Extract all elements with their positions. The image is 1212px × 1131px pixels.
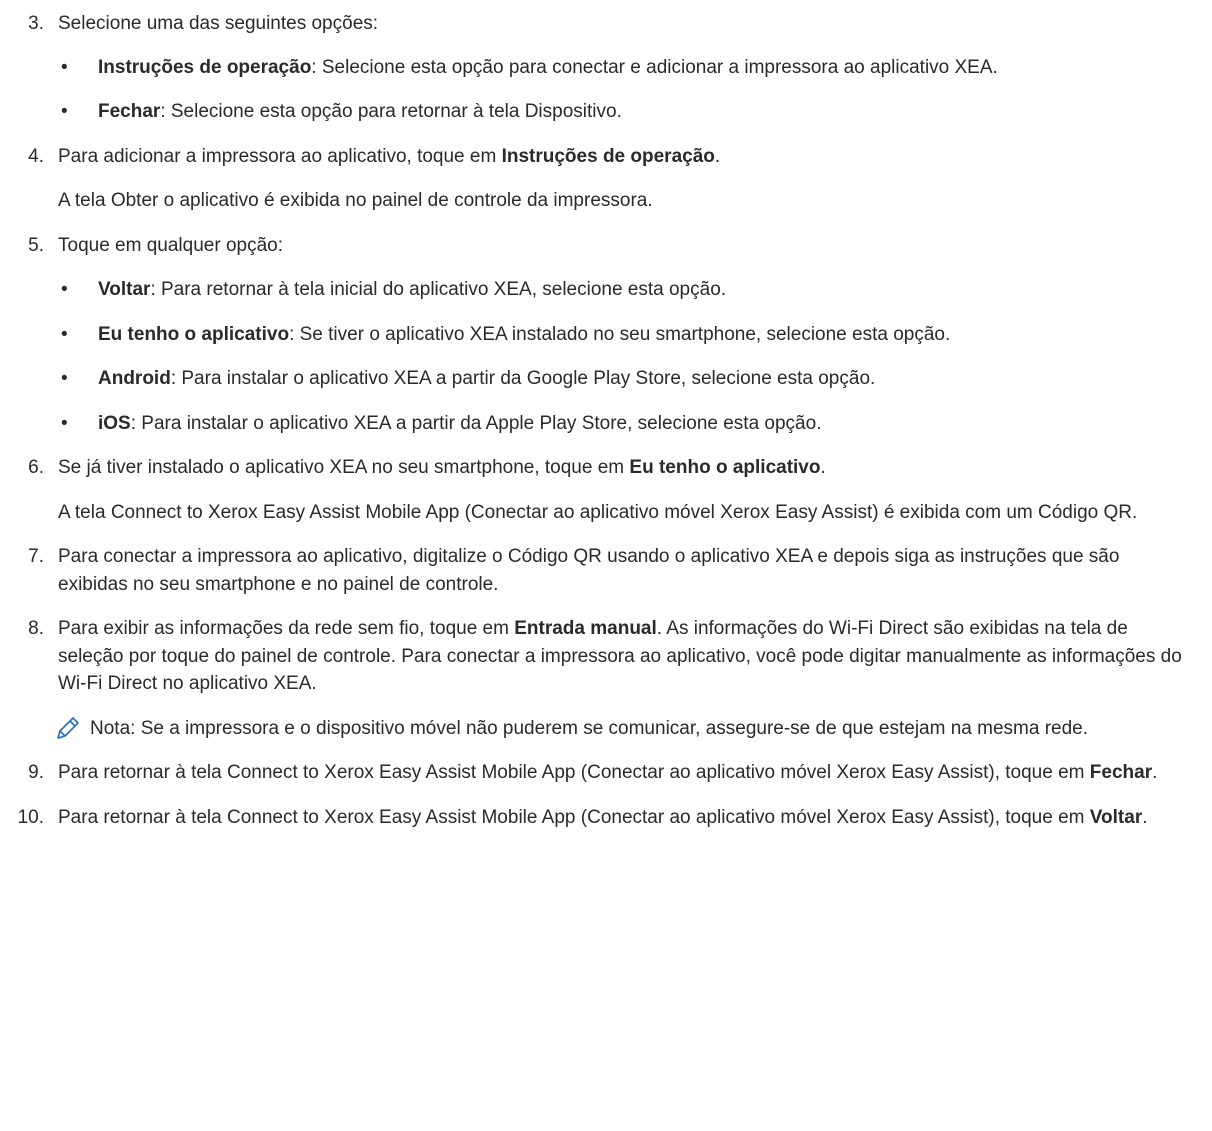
option-name: Instruções de operação — [98, 56, 312, 78]
list-item: • Instruções de operação: Selecione esta… — [0, 54, 1212, 82]
step-text: Para conectar a impressora ao aplicativo… — [58, 546, 1120, 595]
step-7: 7. Para conectar a impressora ao aplicat… — [0, 543, 1212, 598]
step-9: 9. Para retornar à tela Connect to Xerox… — [0, 759, 1212, 787]
step-emphasis: Eu tenho o aplicativo — [629, 457, 821, 478]
step-10: 10. Para retornar à tela Connect to Xero… — [0, 804, 1212, 832]
option-name: Voltar — [98, 279, 151, 300]
bullet-icon: • — [61, 412, 68, 434]
step-3: 3. Selecione uma das seguintes opções: — [0, 10, 1212, 38]
step-text-end: . — [820, 457, 826, 478]
bullet-icon: • — [61, 56, 68, 78]
step-emphasis: Voltar — [1089, 806, 1143, 828]
pencil-icon — [55, 715, 81, 741]
step-text-end: . — [1142, 806, 1148, 828]
option-name: Fechar — [98, 101, 161, 122]
note-text: Nota: Se a impressora e o dispositivo mó… — [90, 717, 1089, 739]
bullet-icon: • — [61, 323, 68, 345]
option-name: Eu tenho o aplicativo — [98, 323, 290, 345]
step-4: 4. Para adicionar a impressora ao aplica… — [0, 143, 1212, 171]
option-name: iOS — [98, 412, 131, 434]
list-item: • iOS: Para instalar o aplicativo XEA a … — [0, 410, 1212, 438]
document-page: 3. Selecione uma das seguintes opções: •… — [0, 0, 1212, 1131]
step-emphasis: Instruções de operação — [501, 145, 715, 167]
option-description: : Se tiver o aplicativo XEA instalado no… — [289, 323, 951, 345]
step-emphasis: Entrada manual — [514, 618, 657, 639]
note-box: Nota: Se a impressora e o dispositivo mó… — [0, 715, 1212, 743]
step-text: Toque em qualquer opção: — [58, 234, 283, 256]
bullet-icon: • — [61, 279, 68, 300]
step-4-result: A tela Obter o aplicativo é exibida no p… — [58, 190, 653, 211]
step-number: 8. — [28, 618, 44, 639]
step-text-end: . — [1152, 762, 1158, 783]
bullet-icon: • — [61, 368, 68, 389]
option-description: : Selecione esta opção para conectar e a… — [311, 56, 998, 78]
step-text: Para adicionar a impressora ao aplicativ… — [58, 145, 502, 167]
option-description: : Para instalar o aplicativo XEA a parti… — [170, 368, 876, 389]
list-item: • Eu tenho o aplicativo: Se tiver o apli… — [0, 321, 1212, 349]
option-description: : Selecione esta opção para retornar à t… — [160, 101, 622, 122]
step-text: Se já tiver instalado o aplicativo XEA n… — [58, 457, 630, 478]
step-text: Para exibir as informações da rede sem f… — [58, 618, 515, 639]
step-text: Selecione uma das seguintes opções: — [58, 13, 379, 34]
step-number: 7. — [28, 546, 44, 567]
step-emphasis: Fechar — [1089, 762, 1153, 783]
step-text: Para retornar à tela Connect to Xerox Ea… — [58, 762, 1090, 783]
step-5: 5. Toque em qualquer opção: — [0, 232, 1212, 260]
step-number: 6. — [28, 457, 44, 478]
list-item: • Voltar: Para retornar à tela inicial d… — [0, 276, 1212, 304]
list-item: • Android: Para instalar o aplicativo XE… — [0, 365, 1212, 393]
step-6: 6. Se já tiver instalado o aplicativo XE… — [0, 454, 1212, 482]
option-name: Android — [98, 368, 171, 389]
step-number: 4. — [28, 145, 44, 167]
step-number: 3. — [28, 13, 44, 34]
option-description: : Para retornar à tela inicial do aplica… — [150, 279, 727, 300]
bullet-icon: • — [61, 101, 68, 122]
option-description: : Para instalar o aplicativo XEA a parti… — [130, 412, 822, 434]
step-number: 10. — [17, 806, 44, 828]
step-text: Para retornar à tela Connect to Xerox Ea… — [58, 806, 1090, 828]
list-item: • Fechar: Selecione esta opção para reto… — [0, 98, 1212, 126]
step-6-result: A tela Connect to Xerox Easy Assist Mobi… — [58, 501, 1138, 523]
step-number: 9. — [28, 762, 44, 783]
step-text-end: . — [714, 145, 721, 167]
step-8: 8. Para exibir as informações da rede se… — [0, 615, 1212, 698]
step-number: 5. — [28, 234, 44, 256]
